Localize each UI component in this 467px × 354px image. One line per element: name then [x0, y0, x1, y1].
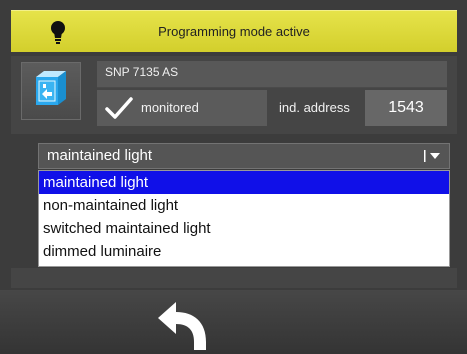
checkmark-icon: [105, 97, 133, 119]
device-name: SNP 7135 AS: [105, 65, 179, 79]
monitored-label: monitored: [141, 100, 199, 115]
mode-option-switched-maintained[interactable]: switched maintained light: [39, 217, 449, 240]
mode-select[interactable]: maintained light: [38, 143, 450, 169]
screen: Programming mode active SNP 7135 AS moni…: [0, 0, 467, 354]
address-label: ind. address: [279, 100, 350, 115]
mode-dropdown-list: maintained light non-maintained light sw…: [38, 170, 450, 267]
back-arrow-icon: [158, 302, 206, 350]
emergency-exit-luminaire-icon: [36, 71, 66, 105]
address-field[interactable]: 1543: [365, 90, 447, 126]
device-panel: SNP 7135 AS monitored ind. address 1543: [11, 56, 457, 134]
footer-bar: [0, 290, 467, 354]
mode-option-maintained[interactable]: maintained light: [39, 171, 449, 194]
device-name-field: SNP 7135 AS: [97, 61, 447, 88]
mode-select-value: maintained light: [47, 147, 153, 164]
mode-option-dimmed[interactable]: dimmed luminaire: [39, 240, 449, 263]
panel-bottom: [11, 268, 457, 288]
status-text: Programming mode active: [158, 24, 310, 39]
back-button[interactable]: [150, 298, 214, 354]
status-bar: Programming mode active: [11, 10, 457, 52]
monitored-checkbox[interactable]: monitored: [97, 90, 267, 126]
chevron-down-icon[interactable]: [423, 149, 443, 163]
device-icon-tile: [21, 62, 81, 120]
mode-option-non-maintained[interactable]: non-maintained light: [39, 194, 449, 217]
